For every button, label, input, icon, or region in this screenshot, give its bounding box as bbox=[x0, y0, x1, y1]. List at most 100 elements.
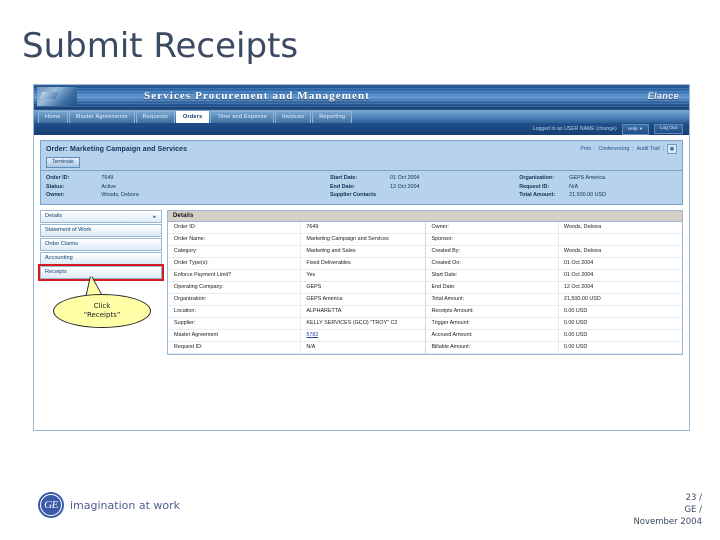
summary-labels: Order ID: Status: Owner: bbox=[46, 174, 69, 200]
logged-in-label: Logged in as USER NAME (change) bbox=[532, 126, 617, 132]
summary-column-1: Order ID: Status: Owner: 7649 Active Woo… bbox=[46, 174, 330, 200]
sidebar-item-details[interactable]: Details ► bbox=[40, 209, 162, 223]
row-label: Start Date: bbox=[426, 269, 559, 281]
row-label: Location: bbox=[168, 305, 302, 317]
app-banner-title: Services Procurement and Management bbox=[144, 90, 370, 102]
tab-invoices[interactable]: Invoices bbox=[275, 111, 312, 123]
tab-time-and-expense[interactable]: Time and Expense bbox=[210, 111, 275, 123]
row-value: 01 Oct 2004 bbox=[563, 259, 594, 266]
details-right-column: Owner: Woods, Debora Sponsor: Created By… bbox=[425, 221, 682, 354]
summary-labels: Organization: Request ID: Total Amount: bbox=[519, 174, 555, 200]
table-row: Order Type(s): Fixed Deliverables bbox=[168, 257, 425, 270]
instruction-callout: Click “Receipts” bbox=[53, 293, 151, 328]
summary-values: 01 Oct 2004 12 Oct 2004 bbox=[390, 174, 419, 200]
summary-column-2: Start Date: End Date: Supplier Contacts … bbox=[330, 174, 519, 200]
request-id-label: Request ID: bbox=[519, 183, 550, 190]
table-row: Billable Amount: 0.00 USD bbox=[425, 341, 682, 354]
status-label: Status: bbox=[46, 183, 65, 190]
total-amount-label: Total Amount: bbox=[519, 192, 556, 198]
owner-value: Woods, Debora bbox=[101, 192, 139, 198]
sidebar-item-label: Receipts bbox=[45, 268, 67, 275]
divider: | bbox=[632, 146, 634, 152]
terminate-button[interactable]: Terminate bbox=[46, 157, 80, 168]
row-label: End Date: bbox=[426, 281, 559, 293]
tab-reporting[interactable]: Reporting bbox=[312, 111, 353, 123]
help-label: Help bbox=[627, 126, 638, 132]
row-label: Created On: bbox=[426, 257, 559, 269]
supplier-contacts-label: Supplier Contacts bbox=[329, 192, 377, 198]
order-id-value: 7649 bbox=[101, 175, 114, 181]
table-row: Location: ALPHARETTA bbox=[168, 305, 425, 318]
row-value: GEPS America bbox=[306, 295, 343, 302]
row-label: Billable Amount: bbox=[426, 341, 559, 353]
sidebar-item-label: Order Claims bbox=[45, 240, 78, 247]
organization-label: Organization: bbox=[519, 175, 554, 181]
elance-brand-logo: Elance bbox=[647, 91, 679, 101]
row-label: Receipts Amount: bbox=[426, 305, 559, 317]
details-panel-heading: Details bbox=[168, 210, 682, 222]
row-label: Sponsor: bbox=[426, 233, 559, 245]
main-nav-tabs: Home Master Agreements Requests Orders T… bbox=[34, 110, 689, 123]
ge-monogram-icon: GE bbox=[38, 492, 64, 518]
summary-column-3: Organization: Request ID: Total Amount: … bbox=[519, 174, 677, 200]
tab-requests[interactable]: Requests bbox=[135, 111, 175, 123]
table-row: Receipts Amount: 0.00 USD bbox=[425, 305, 682, 318]
sidebar-item-statement-of-work[interactable]: Statement of Work bbox=[40, 223, 162, 237]
print-link[interactable]: Print bbox=[580, 146, 591, 152]
logout-button[interactable]: Log Out bbox=[653, 124, 683, 134]
table-row: Start Date: 01 Oct 2004 bbox=[425, 269, 682, 282]
table-row: Created On: 01 Oct 2004 bbox=[425, 257, 682, 270]
order-id-label: Order ID: bbox=[46, 175, 70, 181]
sidebar-item-accounting[interactable]: Accounting bbox=[40, 251, 162, 265]
audit-trail-link[interactable]: Audit Trail bbox=[637, 146, 660, 152]
details-panel: Details Order ID: 7649 Order Name: Marke… bbox=[167, 209, 683, 355]
row-value: ALPHARETTA bbox=[306, 307, 342, 314]
master-agreement-link[interactable]: 5782 bbox=[306, 332, 318, 338]
company-logo-icon bbox=[37, 87, 77, 106]
table-row: Order Name: Marketing Campaign and Servi… bbox=[168, 233, 425, 246]
table-row: Operating Company: GEPS bbox=[168, 281, 425, 294]
row-value: 0.00 USD bbox=[563, 307, 588, 314]
row-label: Trigger Amount: bbox=[426, 317, 559, 329]
row-label: Accrued Amount: bbox=[426, 329, 559, 341]
tab-orders[interactable]: Orders bbox=[175, 111, 210, 123]
row-value: Marketing Campaign and Services bbox=[306, 235, 389, 242]
divider: | bbox=[593, 146, 596, 152]
table-row: Master Agreement 5782 bbox=[168, 329, 425, 342]
summary-labels: Start Date: End Date: Supplier Contacts bbox=[330, 174, 376, 200]
row-value: 0.00 USD bbox=[563, 319, 588, 326]
sidebar-item-label: Details bbox=[45, 212, 63, 219]
slide-number: 23 / bbox=[685, 493, 702, 503]
end-date-value: 12 Oct 2004 bbox=[390, 183, 420, 190]
tab-master-agreements[interactable]: Master Agreements bbox=[68, 111, 135, 123]
sidebar-item-order-claims[interactable]: Order Claims bbox=[40, 237, 162, 251]
organization-value: GEPS America bbox=[569, 175, 606, 181]
sidebar-item-label: Statement of Work bbox=[45, 226, 92, 233]
row-value: N/A bbox=[306, 343, 316, 350]
tab-home[interactable]: Home bbox=[38, 111, 68, 123]
table-row: Accrued Amount: 0.00 USD bbox=[425, 329, 682, 342]
conferencing-link[interactable]: Conferencing bbox=[598, 146, 629, 152]
table-row: Total Amount: 21,500.00 USD bbox=[425, 293, 682, 306]
divider: | bbox=[662, 146, 664, 152]
end-date-label: End Date: bbox=[329, 183, 356, 190]
help-button[interactable]: Help ▼ bbox=[621, 123, 649, 135]
callout-line-2: “Receipts” bbox=[83, 310, 121, 319]
row-value: Marketing and Sales bbox=[306, 247, 356, 254]
row-label: Request ID: bbox=[168, 341, 302, 353]
bookmark-icon[interactable]: ▣ bbox=[667, 144, 677, 154]
supplier-contacts-value bbox=[390, 191, 419, 200]
order-action-links: Print | Conferencing | Audit Trail | ▣ bbox=[580, 144, 677, 154]
total-amount-value: 21,500.00 USD bbox=[569, 192, 607, 198]
row-label: Order Type(s): bbox=[168, 257, 302, 269]
row-value: 5782 bbox=[301, 330, 424, 341]
row-value: 0.00 USD bbox=[563, 331, 588, 338]
row-value: Woods, Debora bbox=[563, 223, 602, 230]
row-value: Yes bbox=[306, 271, 316, 278]
sidebar-item-label: Accounting bbox=[45, 254, 73, 261]
order-sidebar: Details ► Statement of Work Order Claims… bbox=[38, 209, 164, 328]
row-value: KELLY SERVICES (GCO) "TROY" C2 bbox=[306, 319, 398, 326]
row-value: Woods, Debora bbox=[563, 247, 602, 254]
row-label: Operating Company: bbox=[168, 281, 302, 293]
chevron-down-icon: ▼ bbox=[638, 125, 643, 131]
